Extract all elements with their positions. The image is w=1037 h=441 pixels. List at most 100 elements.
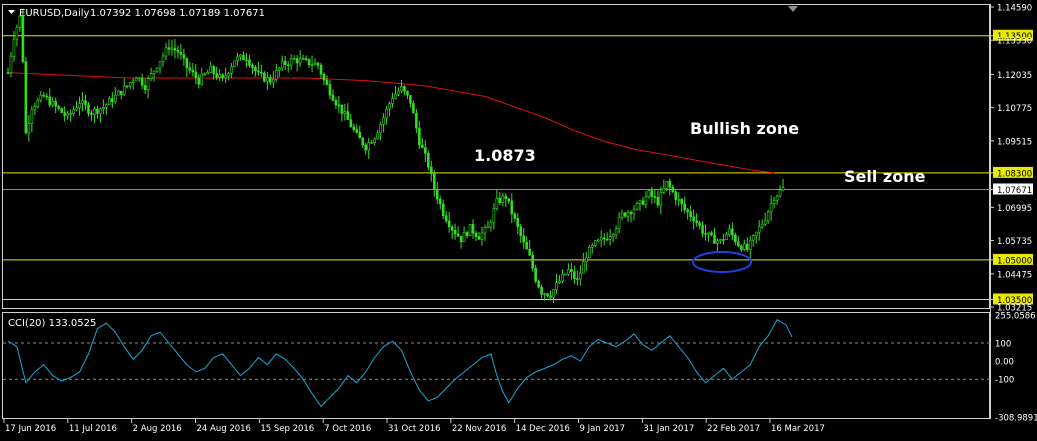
candle-body: [430, 166, 433, 174]
svg-text:1.04475: 1.04475: [997, 270, 1032, 280]
candle-body: [277, 67, 281, 71]
candle-body: [406, 90, 409, 96]
candle-body: [692, 216, 695, 222]
price-tick: 1.04475: [990, 270, 1032, 280]
sell-zone-label: Sell zone: [844, 167, 926, 186]
candle-body: [292, 58, 296, 60]
candle-body: [498, 197, 502, 204]
candle-body: [15, 26, 19, 40]
candle-body: [677, 199, 681, 201]
candle-body: [701, 225, 704, 234]
candle-body: [629, 212, 633, 215]
price-tick: 1.08300: [990, 166, 1033, 179]
candle-body: [546, 293, 549, 297]
candle-body: [111, 98, 114, 103]
price-axis: 1.145901.135001.133301.120351.107751.095…: [990, 4, 1033, 314]
candle-body: [707, 232, 710, 235]
candle-body: [710, 232, 713, 236]
candle-body: [75, 107, 78, 111]
candle-body: [203, 73, 207, 76]
candle-body: [737, 241, 740, 247]
candle-body: [349, 119, 353, 128]
candle-body: [745, 243, 749, 250]
price-chart-canvas: EURUSD,Daily 1.07392 1.07698 1.07189 1.0…: [2, 4, 1037, 434]
svg-text:1.06995: 1.06995: [997, 204, 1032, 214]
candle-body: [90, 113, 93, 115]
candle-body: [734, 234, 737, 243]
candle-body: [561, 273, 564, 282]
chart-window: EURUSD,Daily 1.07392 1.07698 1.07189 1.0…: [0, 0, 1037, 441]
symbol-dropdown-icon[interactable]: [8, 10, 15, 14]
candle-body: [614, 228, 618, 236]
candle-body: [748, 239, 752, 250]
candle-body: [188, 67, 192, 71]
cci-axis: 255.0586 100 0.00 -100 -308.9891: [995, 312, 1037, 424]
candle-body: [63, 112, 66, 116]
candle-body: [137, 77, 141, 80]
candles: [6, 9, 785, 303]
candle-body: [36, 100, 40, 108]
candle-body: [656, 196, 660, 206]
candle-body: [757, 226, 761, 233]
candle-body: [334, 100, 338, 106]
candle-body: [108, 98, 111, 105]
candle-body: [409, 94, 412, 104]
candle-body: [632, 208, 636, 215]
candle-body: [164, 47, 168, 57]
candle-body: [716, 240, 719, 244]
candle-body: [593, 240, 597, 246]
candle-body: [313, 62, 317, 65]
candle-body: [492, 208, 496, 223]
candle-body: [596, 239, 600, 242]
candle-body: [322, 73, 326, 81]
svg-text:1.05000: 1.05000: [997, 256, 1032, 266]
candle-body: [161, 55, 165, 62]
candle-body: [698, 222, 701, 226]
candle-body: [474, 232, 478, 237]
shift-marker-icon[interactable]: [788, 6, 798, 12]
candle-body: [194, 71, 198, 79]
candle-body: [704, 233, 707, 235]
candle-body: [427, 153, 430, 168]
candle-body: [176, 49, 180, 53]
candle-body: [507, 198, 511, 202]
candle-body: [9, 55, 13, 74]
candle-body: [415, 112, 418, 129]
candle-body: [212, 66, 215, 74]
candle-body: [424, 147, 427, 154]
candle-body: [236, 56, 239, 62]
cci-tick: 0.00: [995, 358, 1014, 368]
svg-text:1.14590: 1.14590: [997, 4, 1032, 14]
candle-body: [274, 70, 278, 80]
candle-body: [623, 212, 627, 217]
candle-body: [722, 239, 725, 241]
candle-body: [170, 47, 174, 50]
candle-body: [620, 212, 624, 218]
candle-body: [626, 212, 630, 217]
candle-body: [218, 74, 221, 78]
candle-body: [27, 123, 31, 134]
candle-body: [394, 93, 397, 99]
candle-body: [552, 289, 555, 298]
candle-body: [412, 103, 415, 114]
candle-body: [197, 77, 201, 85]
candle-body: [173, 47, 177, 51]
candle-body: [325, 79, 329, 85]
candle-body: [462, 232, 466, 243]
candle-body: [358, 132, 362, 139]
candle-body: [659, 192, 663, 206]
candle-body: [522, 235, 526, 243]
candle-body: [361, 137, 365, 146]
svg-text:1.05735: 1.05735: [997, 237, 1032, 247]
candle-body: [340, 104, 344, 114]
candle-body: [316, 62, 320, 66]
candle-body: [105, 104, 108, 108]
candle-body: [435, 189, 439, 200]
candle-body: [209, 66, 213, 73]
candle-body: [304, 58, 308, 60]
candle-body: [486, 226, 490, 229]
candle-body: [134, 77, 138, 82]
candle-body: [725, 234, 728, 240]
candle-body: [444, 215, 448, 222]
candle-body: [680, 199, 684, 205]
